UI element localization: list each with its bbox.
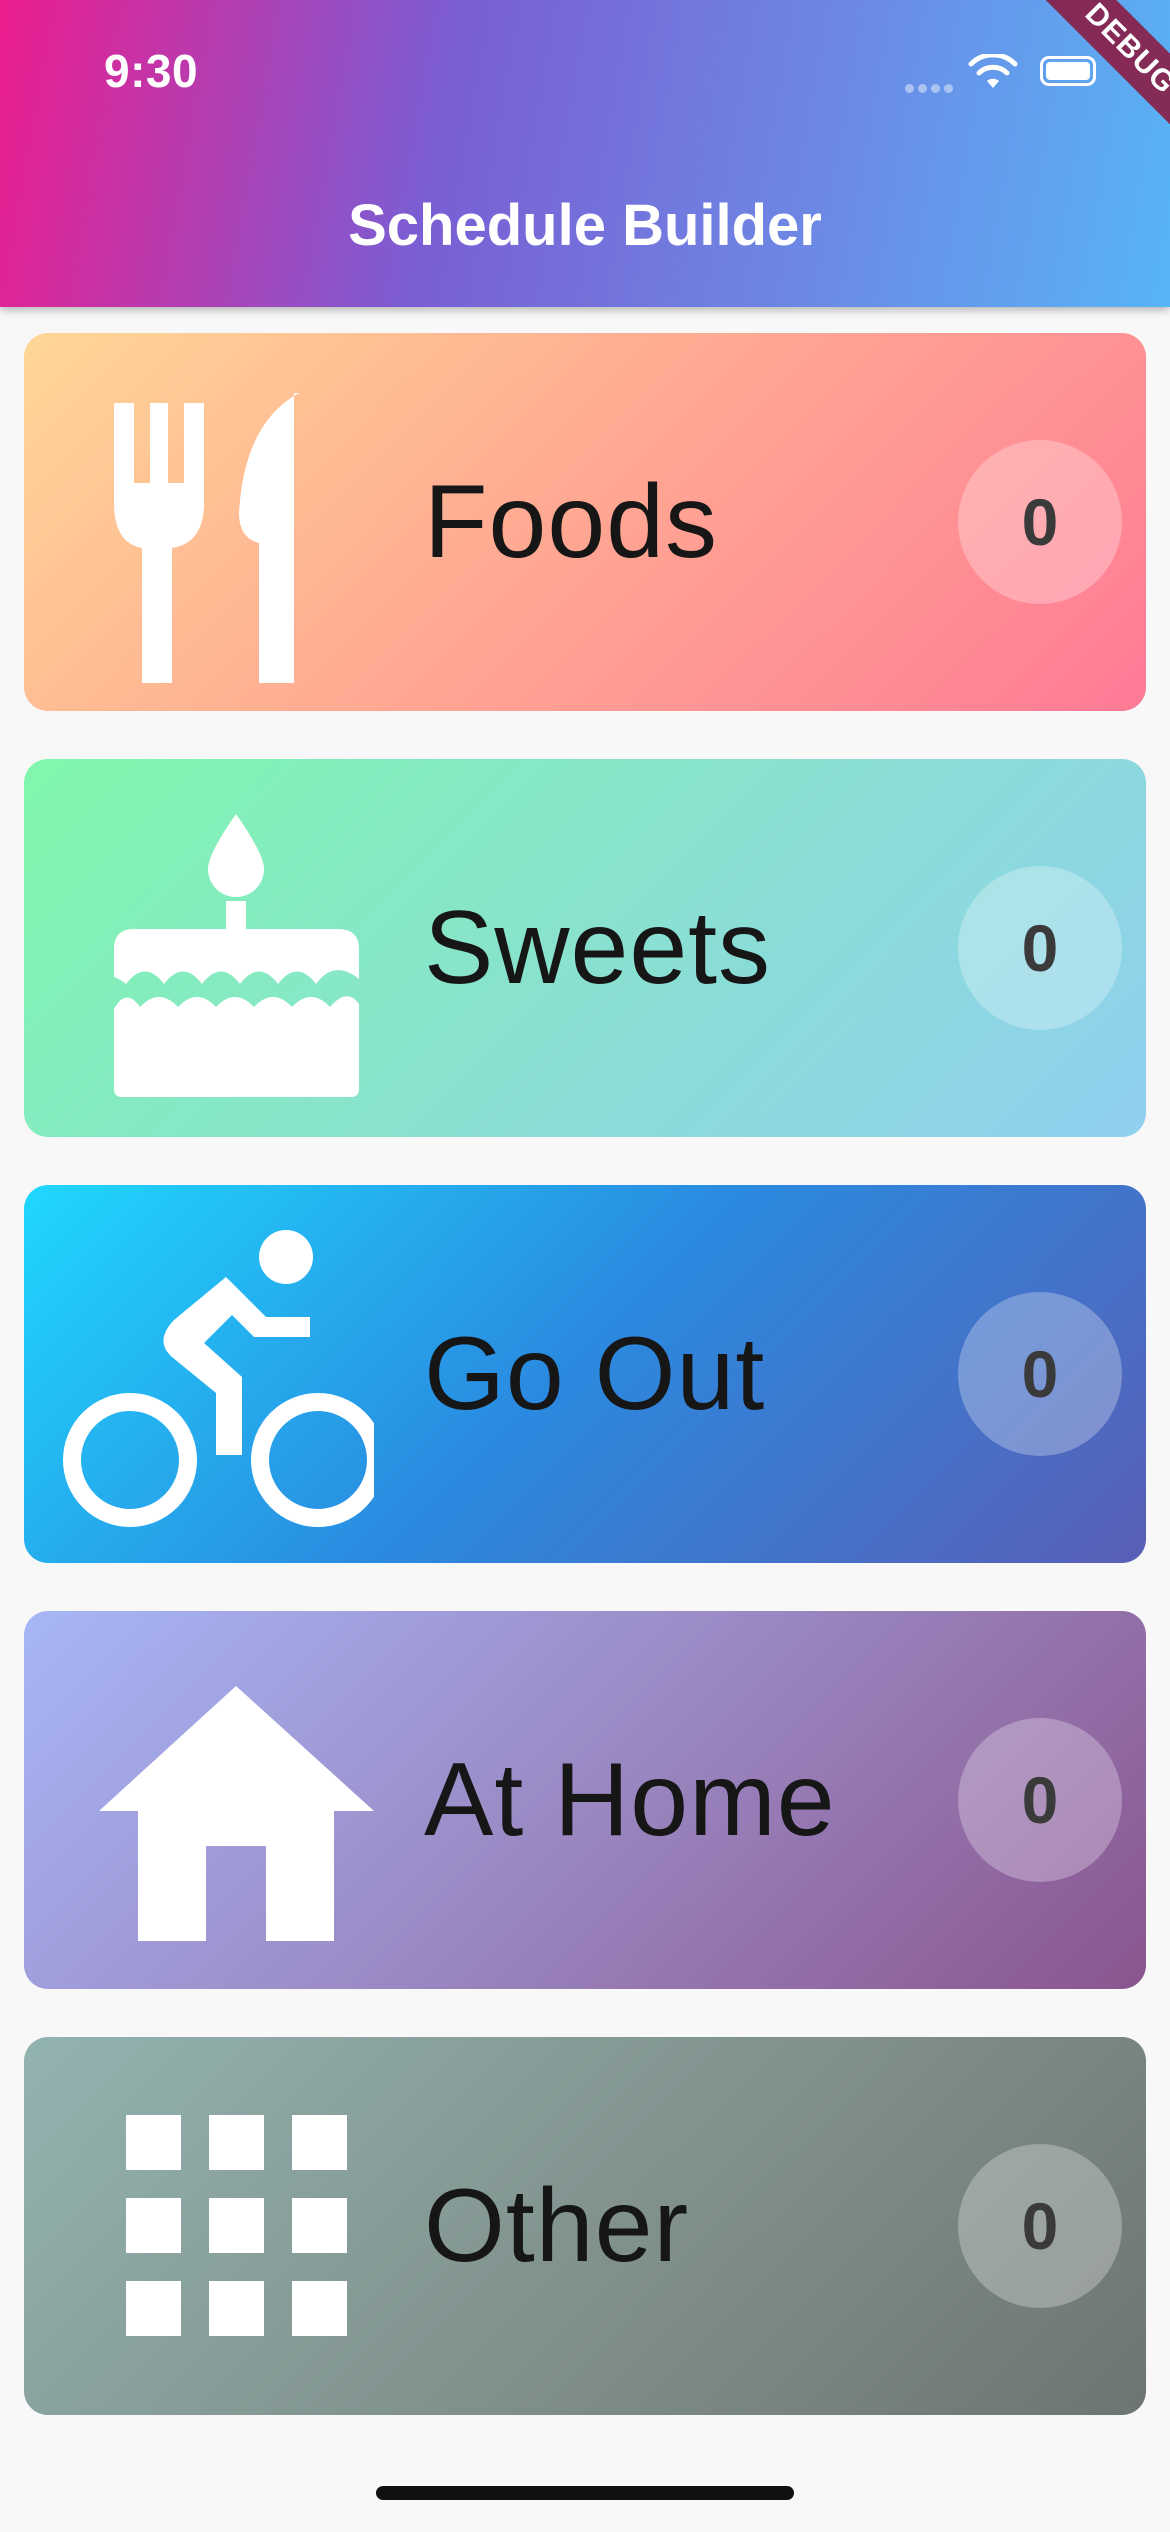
category-card-other[interactable]: Other 0: [24, 2037, 1146, 2415]
category-label: Foods: [424, 464, 719, 580]
app-header: 9:30 Schedule Builder DEBUG: [0, 0, 1170, 307]
cellular-signal-icon: [905, 80, 957, 98]
count-badge: 0: [958, 866, 1122, 1030]
wifi-icon: [968, 54, 1018, 88]
category-label: Go Out: [424, 1316, 766, 1432]
page-title: Schedule Builder: [348, 193, 822, 258]
cake-icon: [114, 814, 359, 1097]
count-badge: 0: [958, 1718, 1122, 1882]
home-indicator[interactable]: [376, 2486, 794, 2500]
apps-grid-icon: [126, 2115, 347, 2336]
count-badge: 0: [958, 2144, 1122, 2308]
category-card-foods[interactable]: Foods 0: [24, 333, 1146, 711]
category-card-sweets[interactable]: Sweets 0: [24, 759, 1146, 1137]
category-card-go-out[interactable]: Go Out 0: [24, 1185, 1146, 1563]
home-icon: [99, 1686, 374, 1941]
category-label: At Home: [424, 1742, 836, 1858]
category-label: Other: [424, 2168, 690, 2284]
count-badge: 0: [958, 1292, 1122, 1456]
restaurant-icon: [114, 393, 299, 683]
battery-icon: [1040, 56, 1096, 86]
status-time: 9:30: [104, 45, 199, 97]
bicycle-icon: [63, 1230, 374, 1527]
count-badge: 0: [958, 440, 1122, 604]
category-label: Sweets: [424, 890, 772, 1006]
category-card-at-home[interactable]: At Home 0: [24, 1611, 1146, 1989]
